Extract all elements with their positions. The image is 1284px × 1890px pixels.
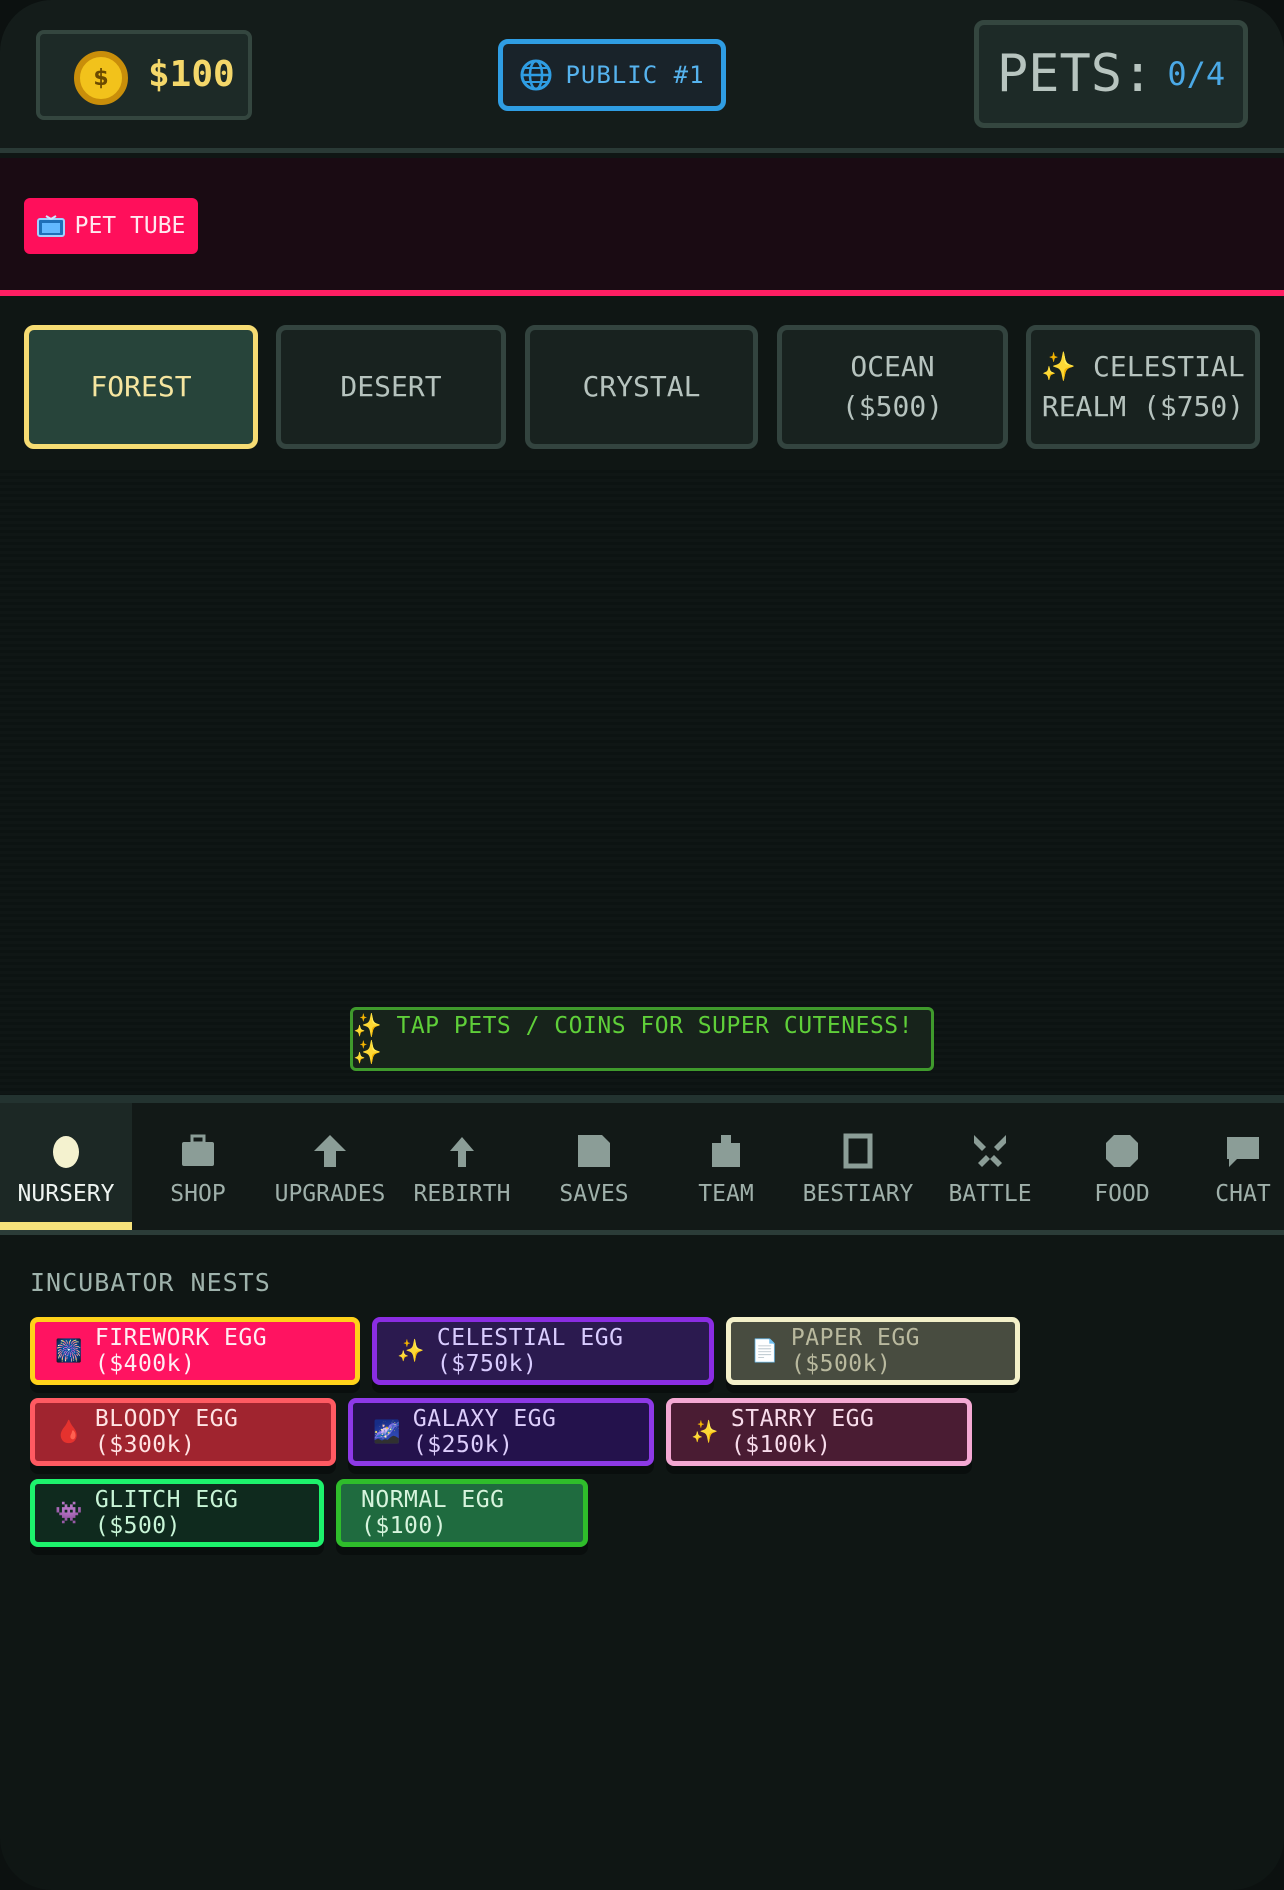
egg-starry[interactable]: ✨ STARRY EGG ($100k) bbox=[666, 1398, 972, 1466]
briefcase-icon bbox=[182, 1134, 214, 1166]
egg-label: PAPER EGG ($500k) bbox=[790, 1325, 921, 1377]
blood-drop-icon: 🩸 bbox=[55, 1419, 83, 1445]
nav-label-food: FOOD bbox=[1094, 1181, 1150, 1207]
arrow-up-small-icon bbox=[450, 1137, 474, 1167]
nav-shop[interactable]: SHOP bbox=[132, 1103, 264, 1230]
food-icon bbox=[1106, 1135, 1138, 1167]
coin-icon: $ bbox=[74, 51, 128, 105]
incubator-title: INCUBATOR NESTS bbox=[30, 1268, 271, 1297]
team-icon bbox=[712, 1135, 740, 1167]
nav-team[interactable]: TEAM bbox=[660, 1103, 792, 1230]
egg-firework[interactable]: 🎆 FIREWORK EGG ($400k) bbox=[30, 1317, 360, 1385]
pet-tube-label: PET TUBE bbox=[74, 213, 186, 239]
egg-label: GALAXY EGG ($250k) bbox=[412, 1406, 557, 1458]
nav-label-team: TEAM bbox=[698, 1181, 754, 1207]
sparkles-icon: ✨ bbox=[691, 1419, 719, 1445]
save-icon bbox=[578, 1135, 610, 1167]
egg-paper[interactable]: 📄 PAPER EGG ($500k) bbox=[726, 1317, 1020, 1385]
server-button[interactable]: PUBLIC #1 bbox=[498, 39, 726, 111]
nav-rebirth[interactable]: REBIRTH bbox=[396, 1103, 528, 1230]
alien-monster-icon: 👾 bbox=[55, 1500, 83, 1526]
top-bar: $ $100 PUBLIC #1 PETS: 0/4 bbox=[0, 0, 1284, 153]
tv-icon bbox=[36, 215, 65, 237]
nav-label-chat: CHAT bbox=[1215, 1181, 1271, 1207]
biome-tab-crystal[interactable]: CRYSTAL bbox=[525, 325, 758, 449]
arrow-up-icon bbox=[314, 1135, 346, 1167]
galaxy-icon: 🌌 bbox=[373, 1419, 401, 1445]
egg-label: STARRY EGG ($100k) bbox=[730, 1406, 875, 1458]
biome-tab-desert[interactable]: DESERT bbox=[276, 325, 506, 449]
tap-hint-banner: ✨ TAP PETS / COINS FOR SUPER CUTENESS! ✨ bbox=[350, 1007, 934, 1071]
egg-normal[interactable]: NORMAL EGG ($100) bbox=[336, 1479, 588, 1547]
nav-label-shop: SHOP bbox=[170, 1181, 226, 1207]
nav-saves[interactable]: SAVES bbox=[528, 1103, 660, 1230]
nav-bestiary[interactable]: BESTIARY bbox=[792, 1103, 924, 1230]
sparkles-icon: ✨ bbox=[397, 1338, 425, 1364]
coin-balance: $ $100 bbox=[36, 30, 252, 120]
pet-tube-banner: PET TUBE bbox=[0, 158, 1284, 296]
coin-amount: $100 bbox=[148, 54, 235, 95]
server-label: PUBLIC #1 bbox=[565, 61, 705, 89]
egg-label: BLOODY EGG ($300k) bbox=[94, 1406, 239, 1458]
egg-label: NORMAL EGG ($100) bbox=[361, 1487, 505, 1539]
nav-label-upgrades: UPGRADES bbox=[274, 1181, 386, 1207]
biome-tab-forest[interactable]: FOREST bbox=[24, 325, 258, 449]
nav-nursery[interactable]: NURSERY bbox=[0, 1103, 132, 1230]
firework-icon: 🎆 bbox=[55, 1338, 83, 1364]
bottom-navigation: NURSERY SHOP UPGRADES REBIRTH SAVES TEAM… bbox=[0, 1095, 1284, 1235]
egg-galaxy[interactable]: 🌌 GALAXY EGG ($250k) bbox=[348, 1398, 654, 1466]
egg-label: FIREWORK EGG ($400k) bbox=[94, 1325, 268, 1377]
nav-label-bestiary: BESTIARY bbox=[802, 1181, 914, 1207]
nav-upgrades[interactable]: UPGRADES bbox=[264, 1103, 396, 1230]
biome-tab-celestial-realm[interactable]: ✨ CELESTIAL REALM ($750) bbox=[1026, 325, 1260, 449]
nav-label-nursery: NURSERY bbox=[17, 1181, 115, 1207]
globe-icon bbox=[520, 59, 552, 91]
nav-chat[interactable]: CHAT bbox=[1188, 1103, 1284, 1230]
app-window: $ $100 PUBLIC #1 PETS: 0/4 PET TUBE FORE… bbox=[0, 0, 1284, 1890]
egg-icon bbox=[53, 1136, 79, 1168]
paper-icon: 📄 bbox=[751, 1338, 779, 1364]
egg-label: CELESTIAL EGG ($750k) bbox=[436, 1325, 624, 1377]
pet-tube-button[interactable]: PET TUBE bbox=[24, 198, 198, 254]
egg-celestial[interactable]: ✨ CELESTIAL EGG ($750k) bbox=[372, 1317, 714, 1385]
nav-food[interactable]: FOOD bbox=[1056, 1103, 1188, 1230]
nav-label-battle: BATTLE bbox=[948, 1181, 1032, 1207]
pets-label: PETS: bbox=[996, 44, 1154, 104]
pets-counter: PETS: 0/4 bbox=[974, 20, 1248, 128]
nav-battle[interactable]: BATTLE bbox=[924, 1103, 1056, 1230]
egg-bloody[interactable]: 🩸 BLOODY EGG ($300k) bbox=[30, 1398, 336, 1466]
biome-tab-ocean[interactable]: OCEAN ($500) bbox=[777, 325, 1008, 449]
swords-icon bbox=[974, 1135, 1006, 1167]
egg-label: GLITCH EGG ($500) bbox=[94, 1487, 239, 1539]
pet-play-area[interactable] bbox=[0, 470, 1284, 1095]
egg-glitch[interactable]: 👾 GLITCH EGG ($500) bbox=[30, 1479, 324, 1547]
pets-count: 0/4 bbox=[1167, 55, 1226, 93]
chat-bubble-icon bbox=[1227, 1137, 1259, 1167]
nav-label-rebirth: REBIRTH bbox=[413, 1181, 511, 1207]
nav-label-saves: SAVES bbox=[559, 1181, 629, 1207]
book-icon bbox=[843, 1133, 873, 1169]
